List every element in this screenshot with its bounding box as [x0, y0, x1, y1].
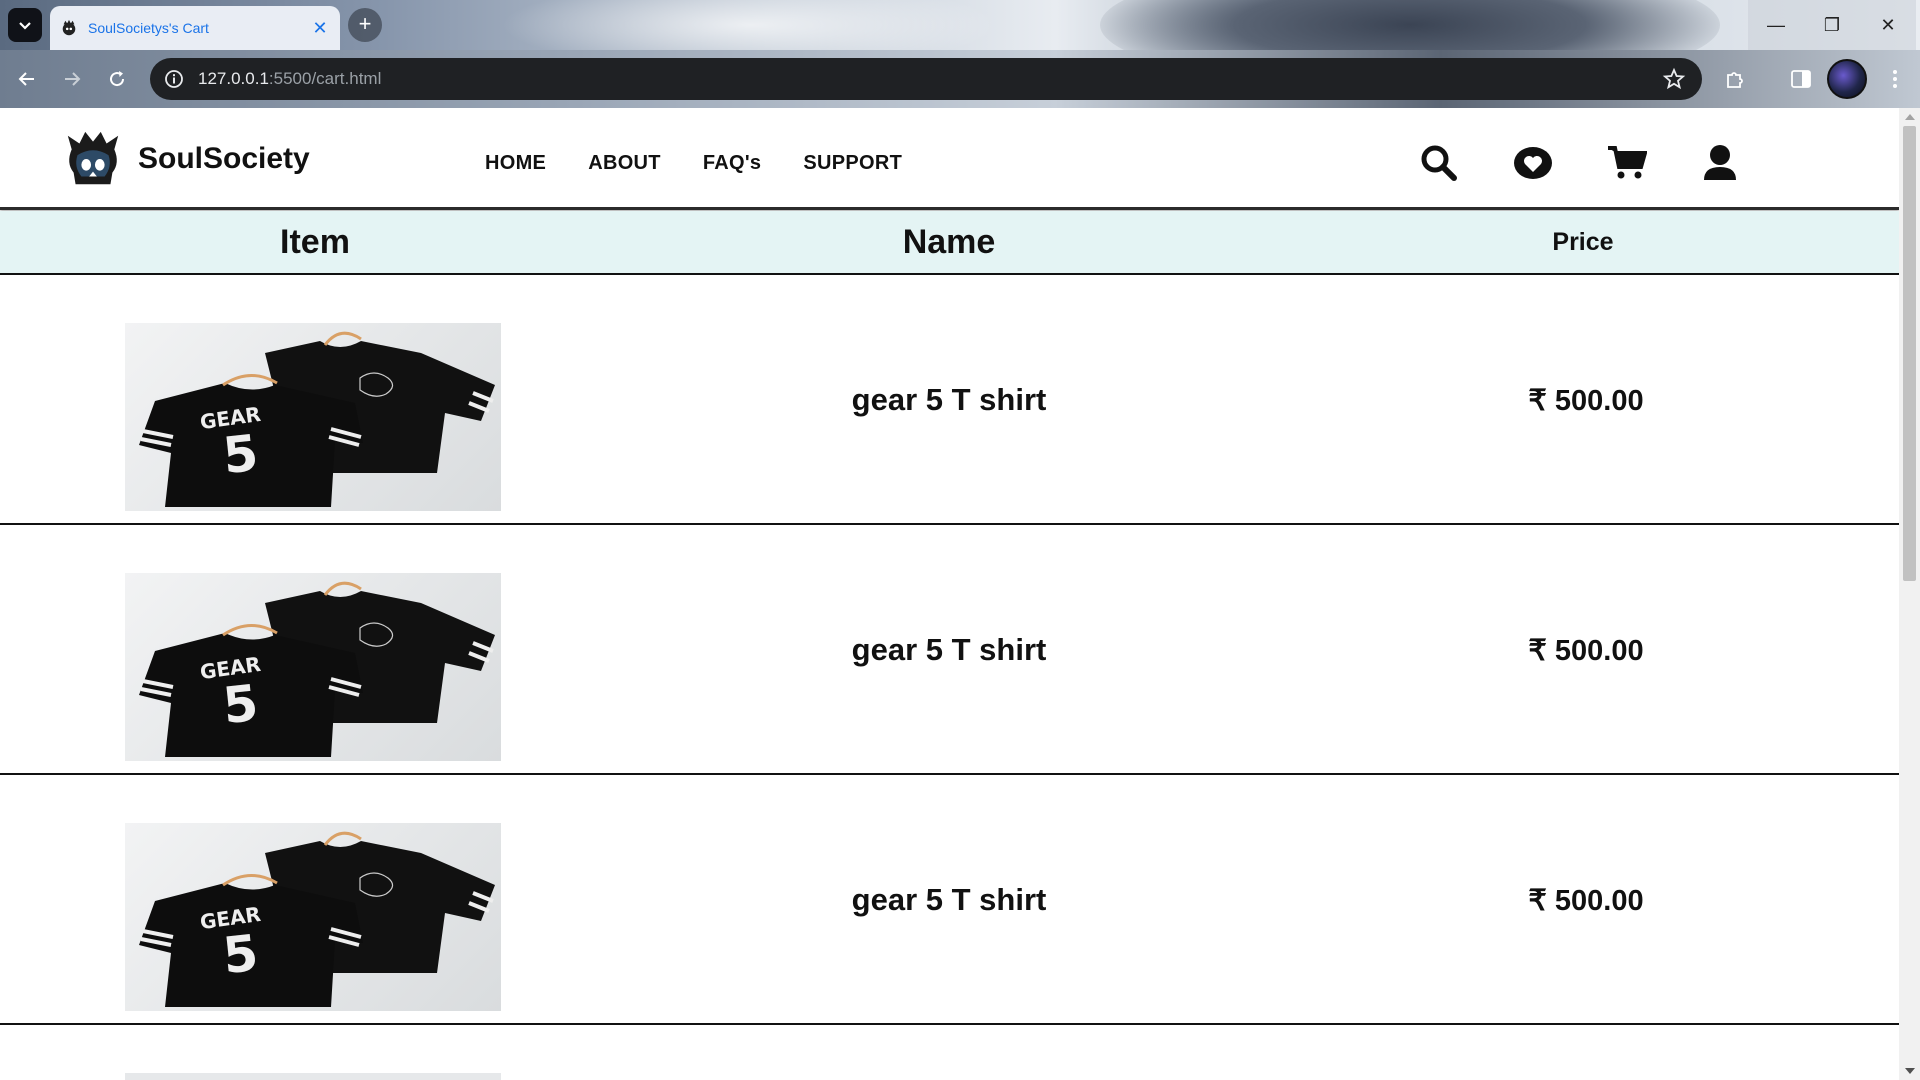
- nav-support[interactable]: SUPPORT: [803, 152, 902, 175]
- product-name: gear 5 T shirt: [851, 382, 1047, 417]
- product-price: ₹ 500.00: [1528, 884, 1644, 917]
- side-panel-icon[interactable]: [1786, 64, 1816, 94]
- user-icon[interactable]: [1700, 143, 1740, 183]
- star-icon[interactable]: [1662, 67, 1686, 91]
- forward-icon[interactable]: [55, 62, 89, 96]
- extensions-icon[interactable]: [1720, 64, 1750, 94]
- product-image: GEAR 5: [125, 323, 501, 511]
- site-header: SoulSociety HOME ABOUT FAQ's SUPPORT: [0, 108, 1899, 210]
- search-icon[interactable]: [1419, 143, 1459, 183]
- wallpaper-highlight: [500, 0, 1000, 50]
- browser-tab[interactable]: SoulSocietys's Cart ✕: [50, 6, 340, 50]
- tab-title: SoulSocietys's Cart: [88, 20, 209, 36]
- product-price: ₹ 500.00: [1528, 634, 1644, 667]
- profile-avatar[interactable]: [1827, 59, 1867, 99]
- table-row: GEAR 5 gear 5 T shirt ₹ 500.00: [0, 275, 1899, 525]
- back-icon[interactable]: [10, 62, 44, 96]
- svg-text:5: 5: [220, 924, 261, 985]
- cart-table-header: Item Name Price: [0, 211, 1899, 275]
- nav-faqs[interactable]: FAQ's: [703, 152, 762, 175]
- restore-icon[interactable]: ❐: [1804, 0, 1860, 50]
- table-row: GEAR 5 gear 5 T shirt ₹ 500.00: [0, 775, 1899, 1025]
- product-image-partial: [125, 1073, 501, 1080]
- reload-icon[interactable]: [100, 62, 134, 96]
- scrollbar-thumb[interactable]: [1903, 126, 1916, 581]
- minimize-icon[interactable]: —: [1748, 0, 1804, 50]
- product-image: GEAR 5: [125, 823, 501, 1011]
- column-header-name: Name: [902, 222, 996, 261]
- close-icon[interactable]: ✕: [310, 18, 330, 39]
- main-nav: HOME ABOUT FAQ's SUPPORT: [485, 152, 944, 175]
- page-scrollbar[interactable]: [1899, 108, 1920, 1080]
- url-text: 127.0.0.1:5500/cart.html: [198, 69, 381, 89]
- table-row: GEAR 5 gear 5 T shirt ₹ 500.00: [0, 525, 1899, 775]
- page-viewport: SoulSociety HOME ABOUT FAQ's SUPPORT Ite…: [0, 108, 1899, 1080]
- soulsociety-favicon-icon: [62, 19, 76, 36]
- product-name: gear 5 T shirt: [851, 882, 1047, 917]
- cart-icon[interactable]: [1607, 143, 1647, 183]
- svg-text:5: 5: [220, 674, 261, 735]
- svg-text:5: 5: [220, 424, 261, 485]
- column-header-item: Item: [280, 222, 350, 261]
- skull-logo-icon[interactable]: [62, 128, 124, 190]
- tab-search-icon[interactable]: [8, 8, 42, 42]
- brand-name[interactable]: SoulSociety: [138, 142, 310, 176]
- plus-icon[interactable]: +: [348, 8, 382, 42]
- address-bar[interactable]: 127.0.0.1:5500/cart.html: [150, 58, 1702, 100]
- heart-icon[interactable]: [1513, 143, 1553, 183]
- nav-home[interactable]: HOME: [485, 152, 546, 175]
- wallpaper-shape: [1100, 0, 1720, 50]
- more-vert-icon[interactable]: [1880, 64, 1910, 94]
- url-host: 127.0.0.1: [198, 69, 269, 88]
- product-image: GEAR 5: [125, 573, 501, 761]
- info-icon[interactable]: [164, 69, 184, 89]
- scroll-up-icon[interactable]: [1905, 114, 1915, 120]
- window-close-icon[interactable]: ✕: [1860, 0, 1916, 50]
- scroll-down-icon[interactable]: [1905, 1068, 1915, 1074]
- product-price: ₹ 500.00: [1528, 384, 1644, 417]
- product-name: gear 5 T shirt: [851, 632, 1047, 667]
- nav-about[interactable]: ABOUT: [588, 152, 661, 175]
- url-path: :5500/cart.html: [268, 69, 382, 88]
- column-header-price: Price: [1552, 227, 1614, 256]
